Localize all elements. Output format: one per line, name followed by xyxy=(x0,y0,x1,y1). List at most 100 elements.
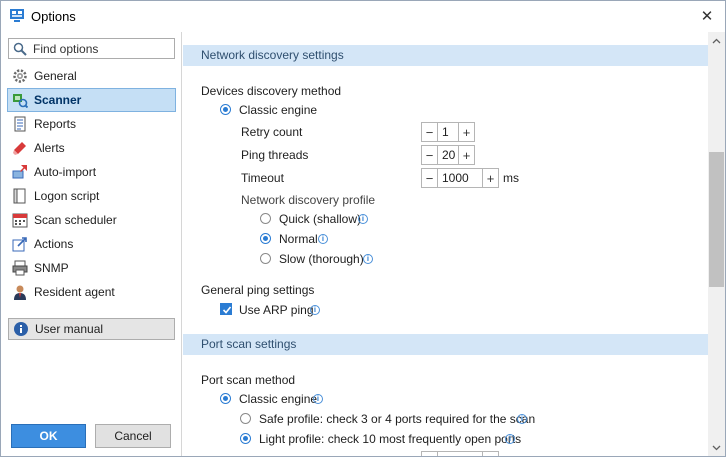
sidebar-item-label: SNMP xyxy=(34,261,69,275)
sidebar-item-alerts[interactable]: Alerts xyxy=(7,136,176,160)
info-icon[interactable]: i xyxy=(505,434,515,444)
window-title: Options xyxy=(31,9,76,24)
sidebar-item-general[interactable]: General xyxy=(7,64,176,88)
chevron-up-icon xyxy=(712,38,721,43)
ok-button[interactable]: OK xyxy=(11,424,86,448)
info-icon[interactable]: i xyxy=(318,234,328,244)
agent-icon xyxy=(14,285,26,300)
sidebar-item-label: Auto-import xyxy=(34,165,97,179)
cancel-button[interactable]: Cancel xyxy=(95,424,171,448)
sidebar-item-label: Logon script xyxy=(34,189,100,203)
snmp-icon xyxy=(12,260,28,276)
retry-count-label: Retry count xyxy=(241,125,303,139)
scroll-up-button[interactable] xyxy=(708,32,725,49)
retry-count-decrement-button[interactable]: − xyxy=(422,123,438,141)
port-scan-classic-engine-label: Classic engine xyxy=(239,392,318,406)
info-icon[interactable]: i xyxy=(310,305,320,315)
search-icon xyxy=(13,42,27,56)
profile-quick-label: Quick (shallow) xyxy=(279,212,362,226)
sidebar: General Scanner Reports xyxy=(1,32,182,456)
actions-icon xyxy=(12,237,27,252)
ping-threads-increment-button[interactable]: + xyxy=(458,146,474,164)
scanner-icon xyxy=(13,94,28,108)
use-arp-ping-checkbox[interactable] xyxy=(220,303,232,315)
timeout-increment-button[interactable]: + xyxy=(482,169,498,187)
options-window: Options ✕ General xyxy=(0,0,726,457)
classic-engine-label: Classic engine xyxy=(239,103,318,117)
ping-threads-decrement-button[interactable]: − xyxy=(422,146,438,164)
timeout-unit: ms xyxy=(503,171,519,185)
port-scan-decrement-button[interactable] xyxy=(422,452,438,456)
general-ping-label: General ping settings xyxy=(201,283,315,297)
port-scan-input[interactable] xyxy=(438,452,482,456)
timeout-stepper[interactable]: − + xyxy=(421,168,499,188)
use-arp-ping-label: Use ARP ping xyxy=(239,303,314,317)
sidebar-item-actions[interactable]: Actions xyxy=(7,232,176,256)
retry-count-increment-button[interactable]: + xyxy=(458,123,474,141)
discovery-profile-label: Network discovery profile xyxy=(241,193,376,207)
ping-threads-input[interactable] xyxy=(438,146,458,164)
sidebar-item-label: Scanner xyxy=(34,93,82,107)
search-box[interactable] xyxy=(8,38,175,59)
sidebar-item-scan-scheduler[interactable]: Scan scheduler xyxy=(7,208,176,232)
safe-profile-label: Safe profile: check 3 or 4 ports require… xyxy=(259,412,536,426)
timeout-input[interactable] xyxy=(438,169,482,187)
chevron-down-icon xyxy=(712,445,721,450)
reports-icon xyxy=(14,116,26,132)
alerts-icon xyxy=(13,142,26,155)
info-icon[interactable]: i xyxy=(517,414,527,424)
port-scan-stepper[interactable] xyxy=(421,451,499,456)
port-scan-header: Port scan settings xyxy=(183,334,708,355)
sidebar-item-label: Scan scheduler xyxy=(34,213,117,227)
app-icon xyxy=(10,9,24,22)
sidebar-item-label: Actions xyxy=(34,237,74,251)
timeout-decrement-button[interactable]: − xyxy=(422,169,438,187)
light-profile-radio[interactable] xyxy=(240,433,251,444)
close-button[interactable]: ✕ xyxy=(695,5,719,27)
title-bar: Options ✕ xyxy=(1,1,725,32)
sidebar-item-label: Alerts xyxy=(34,141,65,155)
sidebar-item-label: General xyxy=(34,69,77,83)
sidebar-item-label: Resident agent xyxy=(34,285,115,299)
scroll-down-button[interactable] xyxy=(708,439,725,456)
sidebar-item-scanner[interactable]: Scanner xyxy=(7,88,176,112)
profile-normal-label: Normal xyxy=(279,232,318,246)
light-profile-label: Light profile: check 10 most frequently … xyxy=(259,432,522,446)
sidebar-item-reports[interactable]: Reports xyxy=(7,112,176,136)
ping-threads-stepper[interactable]: − + xyxy=(421,145,475,165)
search-input[interactable] xyxy=(33,41,171,56)
sidebar-item-auto-import[interactable]: Auto-import xyxy=(7,160,176,184)
vertical-scrollbar[interactable] xyxy=(708,32,725,456)
sidebar-item-snmp[interactable]: SNMP xyxy=(7,256,176,280)
profile-normal-radio[interactable] xyxy=(260,233,271,244)
info-icon[interactable]: i xyxy=(358,214,368,224)
scrollbar-thumb[interactable] xyxy=(709,152,724,287)
timeout-label: Timeout xyxy=(241,171,284,185)
info-icon[interactable]: i xyxy=(363,254,373,264)
checkmark-icon xyxy=(222,306,232,314)
ping-threads-label: Ping threads xyxy=(241,148,309,162)
retry-count-stepper[interactable]: − + xyxy=(421,122,475,142)
help-icon xyxy=(14,322,28,336)
port-scan-increment-button[interactable] xyxy=(482,452,498,456)
user-manual-button[interactable]: User manual xyxy=(8,318,175,340)
discovery-method-label: Devices discovery method xyxy=(201,84,342,98)
sidebar-item-logon-script[interactable]: Logon script xyxy=(7,184,176,208)
network-discovery-header: Network discovery settings xyxy=(183,45,708,66)
settings-content: Network discovery settings Devices disco… xyxy=(183,32,708,456)
classic-engine-radio[interactable] xyxy=(220,104,231,115)
port-scan-classic-engine-radio[interactable] xyxy=(220,393,231,404)
profile-quick-radio[interactable] xyxy=(260,213,271,224)
logon-script-icon xyxy=(13,188,26,204)
calendar-icon xyxy=(12,213,28,228)
sidebar-item-resident-agent[interactable]: Resident agent xyxy=(7,280,176,304)
profile-slow-label: Slow (thorough) xyxy=(279,252,364,266)
safe-profile-radio[interactable] xyxy=(240,413,251,424)
user-manual-label: User manual xyxy=(35,322,104,336)
profile-slow-radio[interactable] xyxy=(260,253,271,264)
port-scan-method-label: Port scan method xyxy=(201,373,296,387)
sidebar-nav: General Scanner Reports Alerts Auto-impo… xyxy=(7,64,176,304)
sidebar-item-label: Reports xyxy=(34,117,77,131)
retry-count-input[interactable] xyxy=(438,123,458,141)
info-icon[interactable]: i xyxy=(313,394,323,404)
